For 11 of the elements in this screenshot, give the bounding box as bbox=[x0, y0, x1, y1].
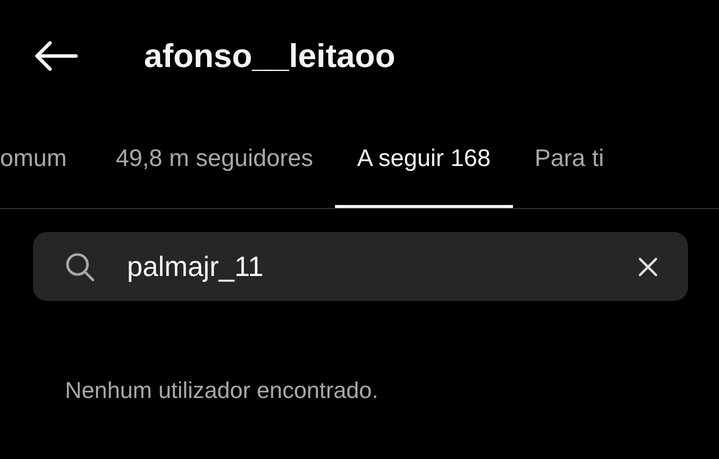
search-bar[interactable]: palmajr_11 bbox=[33, 232, 688, 301]
search-field[interactable]: palmajr_11 bbox=[127, 246, 638, 288]
profile-username: afonso__leitaoo bbox=[144, 36, 396, 76]
tab[interactable]: A seguir 168 bbox=[335, 112, 513, 208]
close-icon[interactable] bbox=[638, 256, 658, 276]
search-icon bbox=[65, 252, 95, 282]
tab[interactable]: omum bbox=[0, 112, 94, 208]
back-arrow-icon[interactable] bbox=[34, 41, 78, 71]
tab[interactable]: Para ti bbox=[512, 112, 626, 208]
empty-result-message: Nenhum utilizador encontrado. bbox=[65, 376, 380, 405]
tab[interactable]: 49,8 m seguidores bbox=[94, 112, 336, 208]
